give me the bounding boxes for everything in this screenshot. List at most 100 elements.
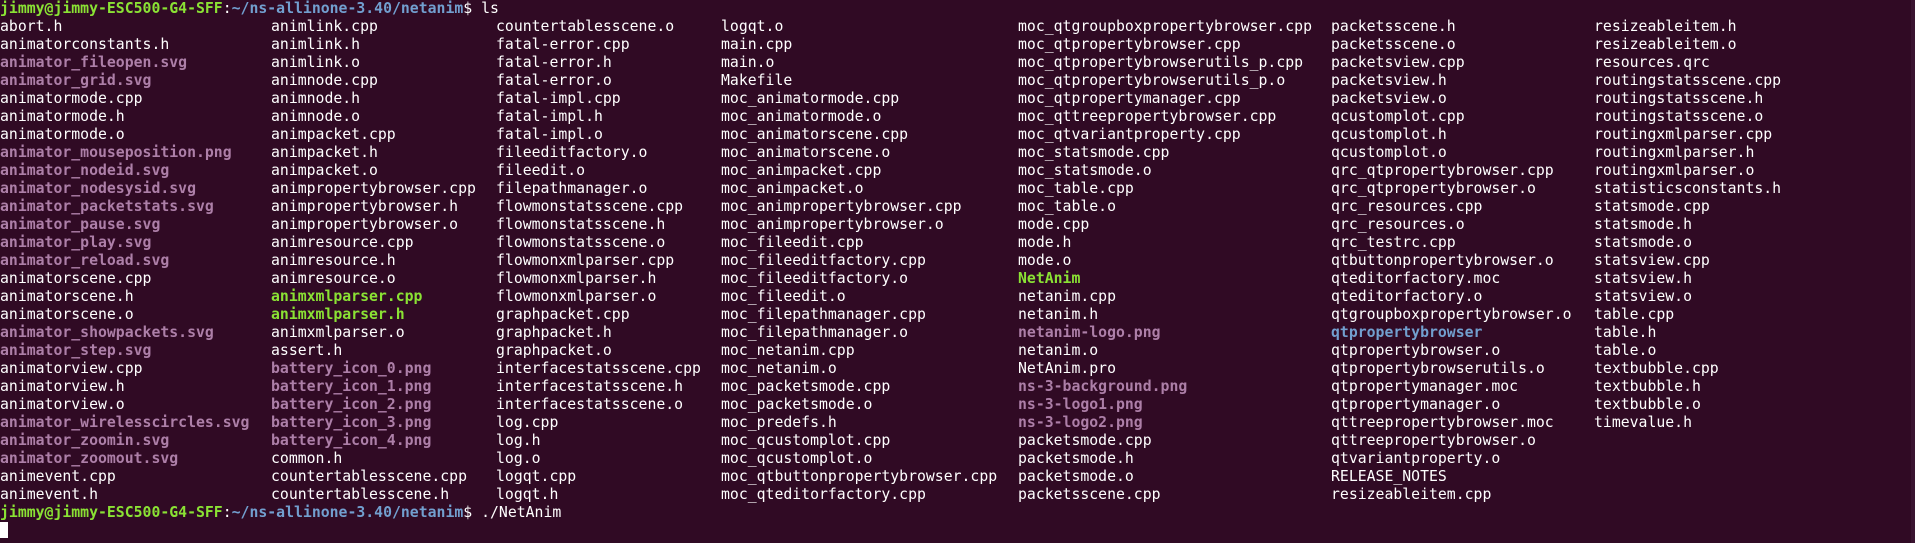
file-entry: qtpropertybrowser.o xyxy=(1331,342,1501,359)
file-entry: moc_qtpropertymanager.cpp xyxy=(1018,90,1241,107)
file-entry: packetsscene.h xyxy=(1331,18,1456,35)
file-entry: mode.o xyxy=(1018,252,1072,269)
file-entry: countertablesscene.cpp xyxy=(271,468,467,485)
file-entry: statsview.cpp xyxy=(1594,252,1710,269)
file-entry: animlink.cpp xyxy=(271,18,378,35)
file-entry: animnode.h xyxy=(271,90,361,107)
file-entry: qrc_qtpropertybrowser.cpp xyxy=(1331,162,1554,179)
file-entry: statsmode.cpp xyxy=(1594,198,1710,215)
file-entry: graphpacket.cpp xyxy=(496,306,630,323)
file-entry: moc_table.cpp xyxy=(1018,180,1134,197)
file-entry: animator_zoomout.svg xyxy=(0,450,179,467)
file-entry: moc_packetsmode.o xyxy=(721,396,873,413)
file-entry: timevalue.h xyxy=(1594,414,1692,431)
file-entry: qtpropertymanager.moc xyxy=(1331,378,1519,395)
file-entry: moc_statsmode.cpp xyxy=(1018,144,1170,161)
ls-column: animlink.cpp animlink.h animlink.o animnode… xyxy=(271,18,476,504)
file-entry: logqt.h xyxy=(496,486,559,503)
file-entry: animxmlparser.o xyxy=(271,324,405,341)
ls-column: countertablesscene.o fatal-error.cpp fatal… xyxy=(496,18,701,504)
file-entry: animresource.o xyxy=(271,270,396,287)
file-entry: qcustomplot.o xyxy=(1331,144,1447,161)
file-entry: moc_animpropertybrowser.o xyxy=(721,216,944,233)
prompt-path: ~/ns-allinone-3.40/netanim xyxy=(231,0,464,17)
ls-column: moc_qtgroupboxpropertybrowser.cpp moc_qtp… xyxy=(1018,18,1312,504)
file-entry: animatormode.h xyxy=(0,108,125,125)
file-entry: assert.h xyxy=(271,342,343,359)
file-entry: moc_filepathmanager.o xyxy=(721,324,909,341)
file-entry: packetsview.o xyxy=(1331,90,1447,107)
file-entry: log.o xyxy=(496,450,541,467)
file-entry: animatorconstants.h xyxy=(0,36,170,53)
file-entry: moc_qcustomplot.o xyxy=(721,450,873,467)
ls-column: resizeableitem.h resizeableitem.o resource… xyxy=(1594,18,1781,432)
file-entry: animator_nodeid.svg xyxy=(0,162,170,179)
file-entry: moc_packetsmode.cpp xyxy=(721,378,891,395)
file-entry: moc_animatorscene.o xyxy=(721,144,891,161)
prompt-line-ls: jimmy@jimmy-ESC500-G4-SFF:~/ns-allinone-… xyxy=(0,0,499,18)
directory-entry: qtpropertybrowser xyxy=(1331,324,1483,341)
file-entry: flowmonstatsscene.o xyxy=(496,234,666,251)
file-entry: log.h xyxy=(496,432,541,449)
file-entry: statsmode.o xyxy=(1594,234,1692,251)
file-entry: table.o xyxy=(1594,342,1657,359)
file-entry: countertablesscene.o xyxy=(496,18,675,35)
file-entry: interfacestatsscene.h xyxy=(496,378,684,395)
file-entry: moc_predefs.h xyxy=(721,414,837,431)
file-entry: interfacestatsscene.o xyxy=(496,396,684,413)
ls-column: packetsscene.h packetsscene.o packetsview.… xyxy=(1331,18,1572,504)
file-entry: NetAnim.pro xyxy=(1018,360,1116,377)
file-entry: animxmlparser.h xyxy=(271,306,405,323)
file-entry: animator_wirelesscircles.svg xyxy=(0,414,250,431)
file-entry: packetsview.cpp xyxy=(1331,54,1465,71)
file-entry: RELEASE_NOTES xyxy=(1331,468,1447,485)
terminal-window[interactable]: jimmy@jimmy-ESC500-G4-SFF:~/ns-allinone-… xyxy=(0,0,1915,543)
file-entry: qttreepropertybrowser.moc xyxy=(1331,414,1554,431)
file-entry: packetsview.h xyxy=(1331,72,1447,89)
file-entry: table.cpp xyxy=(1594,306,1675,323)
file-entry: routingstatsscene.o xyxy=(1594,108,1764,125)
file-entry: packetsscene.o xyxy=(1331,36,1456,53)
file-entry: fileedit.o xyxy=(496,162,586,179)
file-entry: qtpropertymanager.o xyxy=(1331,396,1501,413)
file-entry: qttreepropertybrowser.o xyxy=(1331,432,1536,449)
file-entry: moc_animatormode.cpp xyxy=(721,90,900,107)
file-entry: animatorscene.o xyxy=(0,306,134,323)
file-entry: animatorview.cpp xyxy=(0,360,143,377)
file-entry: qrc_testrc.cpp xyxy=(1331,234,1456,251)
file-entry: moc_qtgroupboxpropertybrowser.cpp xyxy=(1018,18,1312,35)
file-entry: qrc_qtpropertybrowser.o xyxy=(1331,180,1536,197)
file-entry: moc_animpacket.o xyxy=(721,180,864,197)
file-entry: animatorview.h xyxy=(0,378,125,395)
file-entry: routingxmlparser.cpp xyxy=(1594,126,1773,143)
prompt-symbol: $ xyxy=(463,504,482,521)
file-entry: qtbuttonpropertybrowser.o xyxy=(1331,252,1554,269)
file-entry: animator_play.svg xyxy=(0,234,152,251)
file-entry: animresource.cpp xyxy=(271,234,414,251)
file-entry: flowmonxmlparser.cpp xyxy=(496,252,675,269)
file-entry: fatal-error.o xyxy=(496,72,612,89)
file-entry: netanim.cpp xyxy=(1018,288,1116,305)
input-line[interactable] xyxy=(0,522,8,540)
file-entry: packetsscene.cpp xyxy=(1018,486,1161,503)
file-entry: animxmlparser.cpp xyxy=(271,288,423,305)
file-entry: animpacket.h xyxy=(271,144,378,161)
file-entry: statsmode.h xyxy=(1594,216,1692,233)
file-entry: qteditorfactory.moc xyxy=(1331,270,1501,287)
file-entry: qcustomplot.cpp xyxy=(1331,108,1465,125)
file-entry: fatal-impl.cpp xyxy=(496,90,621,107)
file-entry: animator_zoomin.svg xyxy=(0,432,170,449)
file-entry: moc_animatormode.o xyxy=(721,108,882,125)
file-entry: moc_animpropertybrowser.cpp xyxy=(721,198,962,215)
file-entry: animevent.h xyxy=(0,486,98,503)
file-entry: animator_fileopen.svg xyxy=(0,54,188,71)
scrollbar[interactable] xyxy=(1911,0,1915,543)
file-entry: graphpacket.o xyxy=(496,342,612,359)
file-entry: animator_reload.svg xyxy=(0,252,170,269)
file-entry: animatorscene.cpp xyxy=(0,270,152,287)
file-entry: textbubble.cpp xyxy=(1594,360,1719,377)
file-entry: ns-3-logo2.png xyxy=(1018,414,1143,431)
file-entry: fatal-error.cpp xyxy=(496,36,630,53)
file-entry: graphpacket.h xyxy=(496,324,612,341)
file-entry: animatormode.o xyxy=(0,126,125,143)
